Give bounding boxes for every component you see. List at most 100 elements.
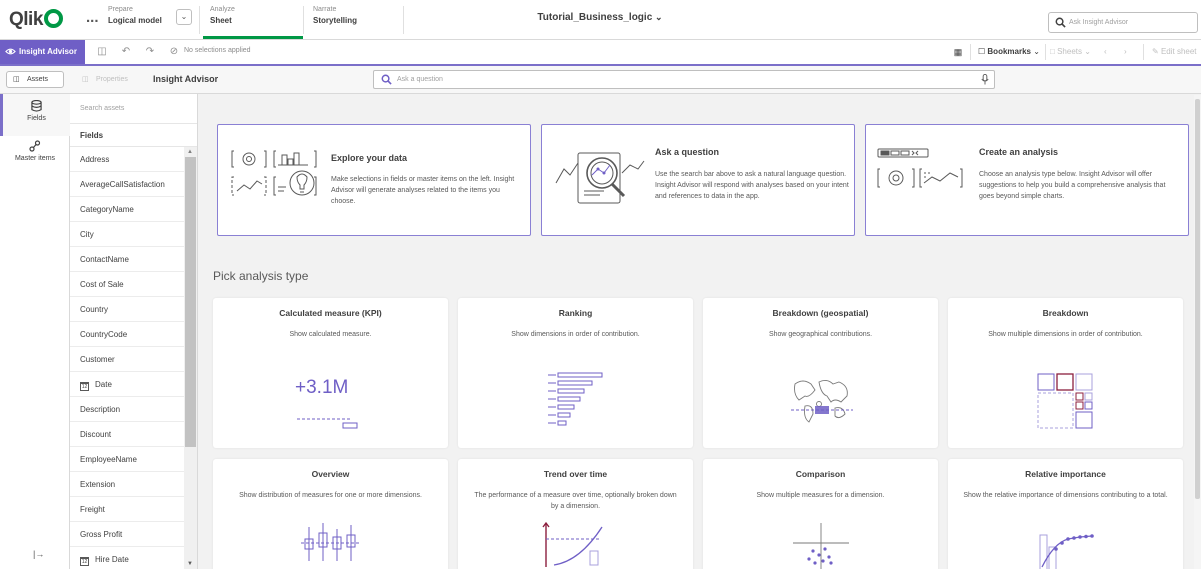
master-items-icon — [29, 140, 41, 152]
divider — [1045, 44, 1046, 60]
qlik-logo[interactable]: Qlik — [9, 9, 63, 31]
pick-analysis-type-heading: Pick analysis type — [213, 269, 309, 283]
field-name: Cost of Sale — [80, 280, 124, 289]
grid-icon[interactable]: ▦ — [952, 46, 964, 58]
sheets-button[interactable]: □ Sheets ⌄ — [1050, 47, 1091, 56]
field-list-item[interactable]: Cost of Sale — [70, 272, 184, 297]
scrollbar-thumb[interactable] — [185, 157, 196, 447]
field-name: Hire Date — [95, 555, 129, 564]
field-list-item[interactable]: 12 Hire Date — [70, 547, 184, 569]
field-list-item[interactable]: Extension — [70, 472, 184, 497]
next-sheet-button[interactable]: › — [1124, 47, 1127, 56]
analysis-card-title: Breakdown (geospatial) — [772, 308, 869, 318]
analysis-card-title: Overview — [311, 469, 350, 479]
collapse-icon[interactable]: |→ — [33, 549, 44, 559]
create-analysis-card: Create an analysis Choose an analysis ty… — [865, 124, 1189, 236]
nav-fields[interactable]: Fields — [0, 94, 70, 136]
analysis-card-description: Show multiple measures for a dimension. — [756, 492, 885, 499]
field-list-item[interactable]: 12 Date — [70, 372, 184, 397]
analysis-card-title: Ranking — [558, 308, 593, 318]
field-name: Freight — [80, 505, 105, 514]
analysis-card-overview[interactable]: Overview Show distribution of measures f… — [213, 459, 448, 569]
previous-sheet-button[interactable]: ‹ — [1104, 47, 1107, 56]
scroll-down-icon[interactable]: ▼ — [187, 561, 193, 567]
analysis-card-relative-importance[interactable]: Relative importance Show the relative im… — [948, 459, 1183, 569]
nav-analyze[interactable]: Analyze Sheet — [210, 4, 235, 36]
field-list-item[interactable]: Gross Profit — [70, 522, 184, 547]
explore-data-description: Make selections in fields or master item… — [331, 176, 515, 205]
qlik-logo-mark — [43, 9, 63, 28]
field-list: Address AverageCallSatisfaction CategoryNa… — [70, 147, 197, 569]
field-list-item[interactable]: EmployeeName — [70, 447, 184, 472]
main-scrollbar[interactable] — [1194, 95, 1201, 569]
more-menu-button[interactable]: ... — [86, 9, 99, 26]
field-list-item[interactable]: City — [70, 222, 184, 247]
scroll-up-icon[interactable]: ▲ — [187, 149, 193, 155]
field-list-item[interactable]: Description — [70, 397, 184, 422]
analysis-card-ranking[interactable]: Ranking Show dimensions in order of cont… — [458, 298, 693, 448]
analysis-card-comparison[interactable]: Comparison Show multiple measures for a … — [703, 459, 938, 569]
field-list-item[interactable]: Customer — [70, 347, 184, 372]
clear-selections-icon[interactable]: ⊘ — [168, 46, 180, 58]
nav-master-items[interactable]: Master items — [0, 140, 70, 162]
field-list-item[interactable]: Country — [70, 297, 184, 322]
assets-tab[interactable]: ◫ Assets — [6, 71, 64, 88]
scrollbar[interactable]: ▲ ▼ — [184, 147, 197, 569]
nav-narrate[interactable]: Narrate Storytelling — [313, 4, 357, 36]
field-name: Description — [80, 405, 121, 414]
fields-header: Fields — [70, 124, 197, 147]
edit-icon: ✎ — [1152, 47, 1159, 56]
nav-prepare-value: Logical model — [108, 16, 162, 25]
insight-advisor-button[interactable]: Insight Advisor — [0, 40, 85, 64]
analysis-card-description: The performance of a measure over time, … — [474, 492, 677, 510]
nav-master-items-label: Master items — [14, 155, 56, 162]
assets-tab-label: Assets — [27, 76, 49, 83]
field-name: Date — [95, 380, 112, 389]
field-name: Address — [80, 155, 110, 164]
breakdown-illustration — [1037, 373, 1093, 429]
field-list-item[interactable]: Address — [70, 147, 184, 172]
properties-tab[interactable]: ◫ Properties — [76, 71, 140, 88]
analysis-card-geospatial[interactable]: Breakdown (geospatial) Show geographical… — [703, 298, 938, 448]
insight-advisor-label: Insight Advisor — [19, 47, 77, 56]
search-icon — [381, 74, 392, 85]
bookmark-icon: ☐ — [978, 47, 986, 56]
analysis-card-description: Show calculated measure. — [289, 331, 372, 338]
smart-search-icon[interactable]: ◫ — [96, 46, 108, 58]
chevron-down-icon: ⌄ — [1033, 47, 1040, 56]
search-placeholder: Ask Insight Advisor — [1069, 19, 1129, 26]
edit-sheet-button[interactable]: ✎ Edit sheet — [1152, 47, 1197, 56]
app-title-dropdown[interactable]: Tutorial_Business_logic ⌄ — [480, 12, 720, 23]
nav-narrate-value: Storytelling — [313, 16, 358, 25]
field-list-item[interactable]: CategoryName — [70, 197, 184, 222]
step-back-icon[interactable]: ↶ — [120, 46, 132, 58]
database-icon — [31, 100, 42, 112]
mic-icon[interactable] — [980, 74, 990, 85]
field-list-item[interactable]: Freight — [70, 497, 184, 522]
chevron-down-icon: ⌄ — [1084, 47, 1091, 56]
field-name: Customer — [80, 355, 115, 364]
analysis-card-breakdown[interactable]: Breakdown Show multiple dimensions in or… — [948, 298, 1183, 448]
field-name: Country — [80, 305, 109, 314]
comparison-illustration — [793, 523, 849, 569]
analysis-card-description: Show distribution of measures for one or… — [239, 492, 422, 499]
create-analysis-title: Create an analysis — [979, 147, 1059, 157]
panel-icon: ◫ — [82, 76, 89, 83]
ask-insight-advisor-search[interactable]: Ask Insight Advisor — [1048, 12, 1198, 33]
ask-question-input[interactable]: Ask a question — [373, 70, 995, 89]
field-list-item[interactable]: CountryCode — [70, 322, 184, 347]
analysis-card-trend[interactable]: Trend over time The performance of a mea… — [458, 459, 693, 569]
analysis-card-kpi[interactable]: Calculated measure (KPI) Show calculated… — [213, 298, 448, 448]
search-assets-input[interactable]: Search assets — [70, 94, 197, 124]
trend-illustration — [542, 521, 603, 567]
chevron-down-icon[interactable]: ⌄ — [176, 9, 192, 25]
nav-prepare[interactable]: Prepare Logical model — [108, 4, 162, 36]
field-list-item[interactable]: Discount — [70, 422, 184, 447]
bookmarks-button[interactable]: ☐ Bookmarks ⌄ — [978, 47, 1040, 56]
step-forward-icon[interactable]: ↷ — [144, 46, 156, 58]
chevron-down-icon: ⌄ — [655, 12, 663, 22]
main-scrollbar-thumb[interactable] — [1195, 99, 1200, 499]
create-analysis-illustration — [877, 148, 963, 188]
field-list-item[interactable]: AverageCallSatisfaction — [70, 172, 184, 197]
field-list-item[interactable]: ContactName — [70, 247, 184, 272]
